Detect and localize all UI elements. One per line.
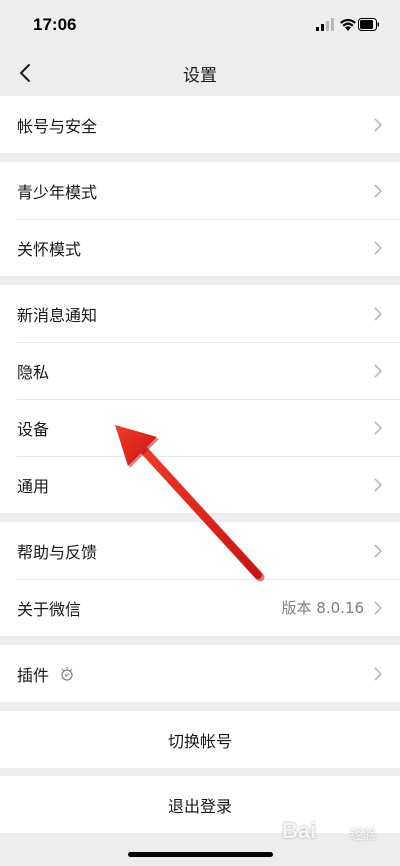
settings-item-label: 关怀模式 [17, 239, 82, 259]
settings-item-care-mode[interactable]: 关怀模式 [0, 219, 400, 276]
chevron-right-icon [374, 600, 382, 615]
chevron-right-icon [374, 666, 382, 681]
settings-item-label: 隐私 [17, 362, 50, 382]
chevron-right-icon [374, 183, 382, 198]
status-time: 17:06 [33, 15, 77, 34]
settings-group-general: 新消息通知 隐私 设备 通用 [0, 285, 400, 513]
settings-item-privacy[interactable]: 隐私 [0, 342, 400, 399]
settings-group-about: 帮助与反馈 关于微信 版本 8.0.16 [0, 522, 400, 636]
status-bar: 17:06 [0, 0, 400, 50]
chevron-right-icon [374, 240, 382, 255]
settings-item-label: 帮助与反馈 [17, 542, 98, 562]
settings-item-label: 通用 [17, 476, 50, 496]
settings-item-help-feedback[interactable]: 帮助与反馈 [0, 522, 400, 579]
watermark-text: Bai [282, 818, 317, 843]
settings-item-account-security[interactable]: 帐号与安全 [0, 96, 400, 153]
home-indicator [128, 852, 273, 857]
status-icons [316, 17, 380, 36]
nav-bar: 设置 [0, 50, 400, 96]
baidu-watermark: Bai 经验 [282, 818, 392, 852]
wifi-icon [340, 18, 356, 31]
settings-item-label: 设备 [17, 419, 50, 439]
settings-item-label: 帐号与安全 [17, 116, 98, 136]
switch-account-group: 切换帐号 [0, 711, 400, 768]
settings-item-about-wechat[interactable]: 关于微信 版本 8.0.16 [0, 579, 400, 636]
settings-item-label: 关于微信 [17, 599, 82, 619]
settings-item-label: 插件 [17, 665, 50, 685]
settings-item-label: 青少年模式 [17, 182, 98, 202]
settings-item-plugins[interactable]: 插件 [0, 645, 400, 702]
chevron-right-icon [374, 420, 382, 435]
chevron-right-icon [374, 363, 382, 378]
settings-item-notifications[interactable]: 新消息通知 [0, 285, 400, 342]
battery-icon [358, 18, 379, 31]
watermark-sub: 经验 [350, 828, 377, 843]
switch-account-button[interactable]: 切换帐号 [0, 711, 400, 768]
settings-item-label: 新消息通知 [17, 305, 98, 325]
chevron-right-icon [374, 306, 382, 321]
settings-group-plugins: 插件 [0, 645, 400, 702]
settings-item-teen-mode[interactable]: 青少年模式 [0, 162, 400, 219]
settings-item-devices[interactable]: 设备 [0, 399, 400, 456]
settings-group-modes: 青少年模式 关怀模式 [0, 162, 400, 276]
signal-icon [316, 18, 334, 31]
chevron-right-icon [374, 477, 382, 492]
settings-group-account: 帐号与安全 [0, 96, 400, 153]
settings-item-general[interactable]: 通用 [0, 456, 400, 513]
version-value: 版本 8.0.16 [281, 599, 364, 617]
page-title: 设置 [183, 66, 217, 86]
chevron-right-icon [374, 117, 382, 132]
plugin-icon [59, 666, 75, 682]
chevron-right-icon [374, 543, 382, 558]
